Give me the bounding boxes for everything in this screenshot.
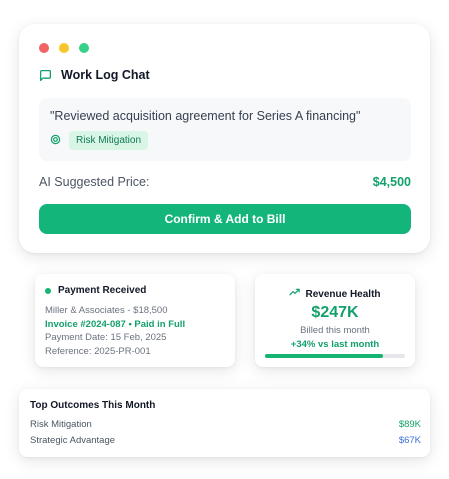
outcome-label: Strategic Advantage [30,435,116,446]
outcome-value: $67K [398,435,421,446]
payment-status-dot [45,287,51,294]
top-outcomes-title: Top Outcomes This Month [30,400,156,411]
payment-date: Payment Date: 15 Feb, 2025 [45,332,167,344]
chat-header: Work Log Chat [39,68,150,82]
window-close-dot[interactable] [39,43,49,53]
trending-up-icon [289,285,301,303]
outcome-label: Risk Mitigation [30,419,92,430]
payment-received-card: Payment Received Miller & Associates - $… [35,274,235,367]
payment-details: Miller & Associates - $18,500 Invoice #2… [45,304,185,358]
revenue-title: Revenue Health [305,288,381,300]
revenue-health-card: Revenue Health $247K Billed this month +… [255,274,415,367]
revenue-value: $247K [311,304,359,321]
outcome-value: $89K [398,419,421,430]
work-log-chat-card: Work Log Chat "Reviewed acquisition agre… [19,24,430,253]
payment-reference: Reference: 2025-PR-001 [45,345,151,357]
outcome-tag[interactable]: Risk Mitigation [69,131,149,150]
revenue-change: +34% vs last month [290,339,380,350]
revenue-subtitle: Billed this month [300,325,370,336]
revenue-progress-bar [265,354,405,358]
suggested-price-label: AI Suggested Price: [39,175,150,189]
outcome-row: Risk Mitigation $89K [30,419,421,430]
payment-invoice[interactable]: Invoice #2024-087 • Paid in Full [45,318,185,332]
window-minimize-dot[interactable] [59,43,69,53]
chat-title: Work Log Chat [61,68,150,82]
payment-header: Payment Received [45,285,146,296]
work-log-entry: "Reviewed acquisition agreement for Seri… [39,98,411,161]
window-controls [39,43,89,53]
revenue-header: Revenue Health [255,285,415,303]
revenue-progress-fill [265,354,383,358]
work-log-quote: "Reviewed acquisition agreement for Seri… [50,109,361,123]
window-maximize-dot[interactable] [79,43,89,53]
suggested-price-value: $4,500 [372,175,411,189]
outcome-row: Strategic Advantage $67K [30,435,421,446]
suggested-price-row: AI Suggested Price: $4,500 [39,175,411,189]
top-outcomes-card: Top Outcomes This Month Risk Mitigation … [19,389,430,457]
payment-title: Payment Received [58,285,147,296]
outcome-tag-row: Risk Mitigation [50,131,149,150]
target-icon [50,132,61,150]
payment-client: Miller & Associates - $18,500 [45,305,168,316]
confirm-add-to-bill-button[interactable]: Confirm & Add to Bill [39,204,411,234]
chat-bubble-icon [39,69,52,82]
